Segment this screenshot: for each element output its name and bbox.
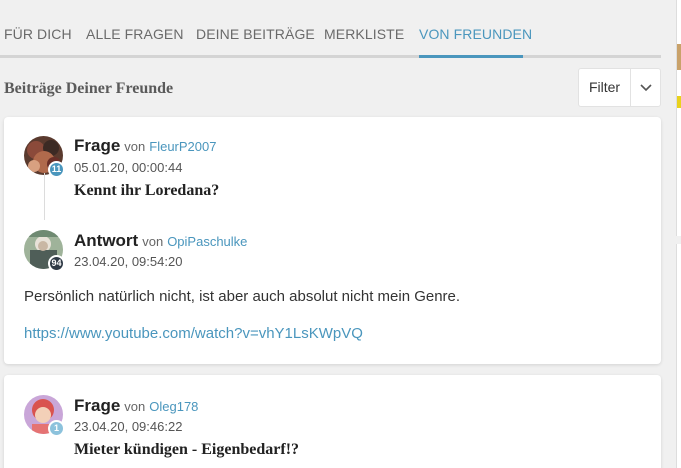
tab-deine-beitraege[interactable]: DEINE BEITRÄGE xyxy=(196,26,315,42)
avatar[interactable]: 94 xyxy=(24,230,65,272)
timestamp: 23.04.20, 09:54:20 xyxy=(74,254,183,269)
question-meta: Frage von Oleg178 xyxy=(74,396,198,416)
avatar[interactable]: 1 xyxy=(24,395,65,437)
tab-fuer-dich[interactable]: FÜR DICH xyxy=(4,26,72,42)
user-level-badge: 1 xyxy=(48,420,65,437)
feed-card: 1 Frage von Oleg178 23.04.20, 09:46:22 Mie… xyxy=(4,375,661,468)
question-title[interactable]: Kennt ihr Loredana? xyxy=(74,182,219,200)
feed-card: 11 Frage von FleurP2007 05.01.20, 00:00:44… xyxy=(4,117,661,364)
side-panel-accent xyxy=(677,96,681,108)
answer-link[interactable]: https://www.youtube.com/watch?v=vhY1LsKW… xyxy=(24,325,363,342)
post-kind-label: Frage xyxy=(74,396,121,415)
timestamp: 05.01.20, 00:00:44 xyxy=(74,160,183,175)
side-panel-accent xyxy=(677,44,681,70)
user-level-badge: 94 xyxy=(48,255,65,272)
avatar[interactable]: 11 xyxy=(24,136,65,178)
tab-von-freunden[interactable]: VON FREUNDEN xyxy=(419,26,532,42)
filter-dropdown[interactable]: Filter xyxy=(578,68,661,107)
von-label: von xyxy=(124,399,146,414)
side-panel-edge xyxy=(676,244,681,468)
question-title[interactable]: Mieter kündigen - Eigenbedarf!? xyxy=(74,441,299,459)
username-link[interactable]: Oleg178 xyxy=(149,399,198,414)
chevron-down-icon[interactable] xyxy=(631,69,660,106)
tab-merkliste[interactable]: MERKLISTE xyxy=(324,26,404,42)
question-meta: Frage von FleurP2007 xyxy=(74,136,216,156)
post-kind-label: Frage xyxy=(74,136,121,155)
user-level-badge: 11 xyxy=(48,161,65,178)
username-link[interactable]: FleurP2007 xyxy=(149,139,216,154)
tab-alle-fragen[interactable]: ALLE FRAGEN xyxy=(86,26,184,42)
username-link[interactable]: OpiPaschulke xyxy=(167,234,247,249)
von-label: von xyxy=(124,139,146,154)
answer-meta: Antwort von OpiPaschulke xyxy=(74,231,247,251)
timestamp: 23.04.20, 09:46:22 xyxy=(74,419,183,434)
section-title: Beiträge Deiner Freunde xyxy=(4,80,174,97)
von-label: von xyxy=(142,234,164,249)
answer-text: Persönlich natürlich nicht, ist aber auc… xyxy=(24,288,461,305)
post-kind-label: Antwort xyxy=(74,231,139,250)
active-tab-indicator xyxy=(419,55,523,58)
filter-label: Filter xyxy=(579,69,631,106)
tab-bar: FÜR DICH ALLE FRAGEN DEINE BEITRÄGE MERK… xyxy=(0,0,661,58)
side-panel-edge xyxy=(676,0,681,236)
thread-connector xyxy=(44,173,45,220)
